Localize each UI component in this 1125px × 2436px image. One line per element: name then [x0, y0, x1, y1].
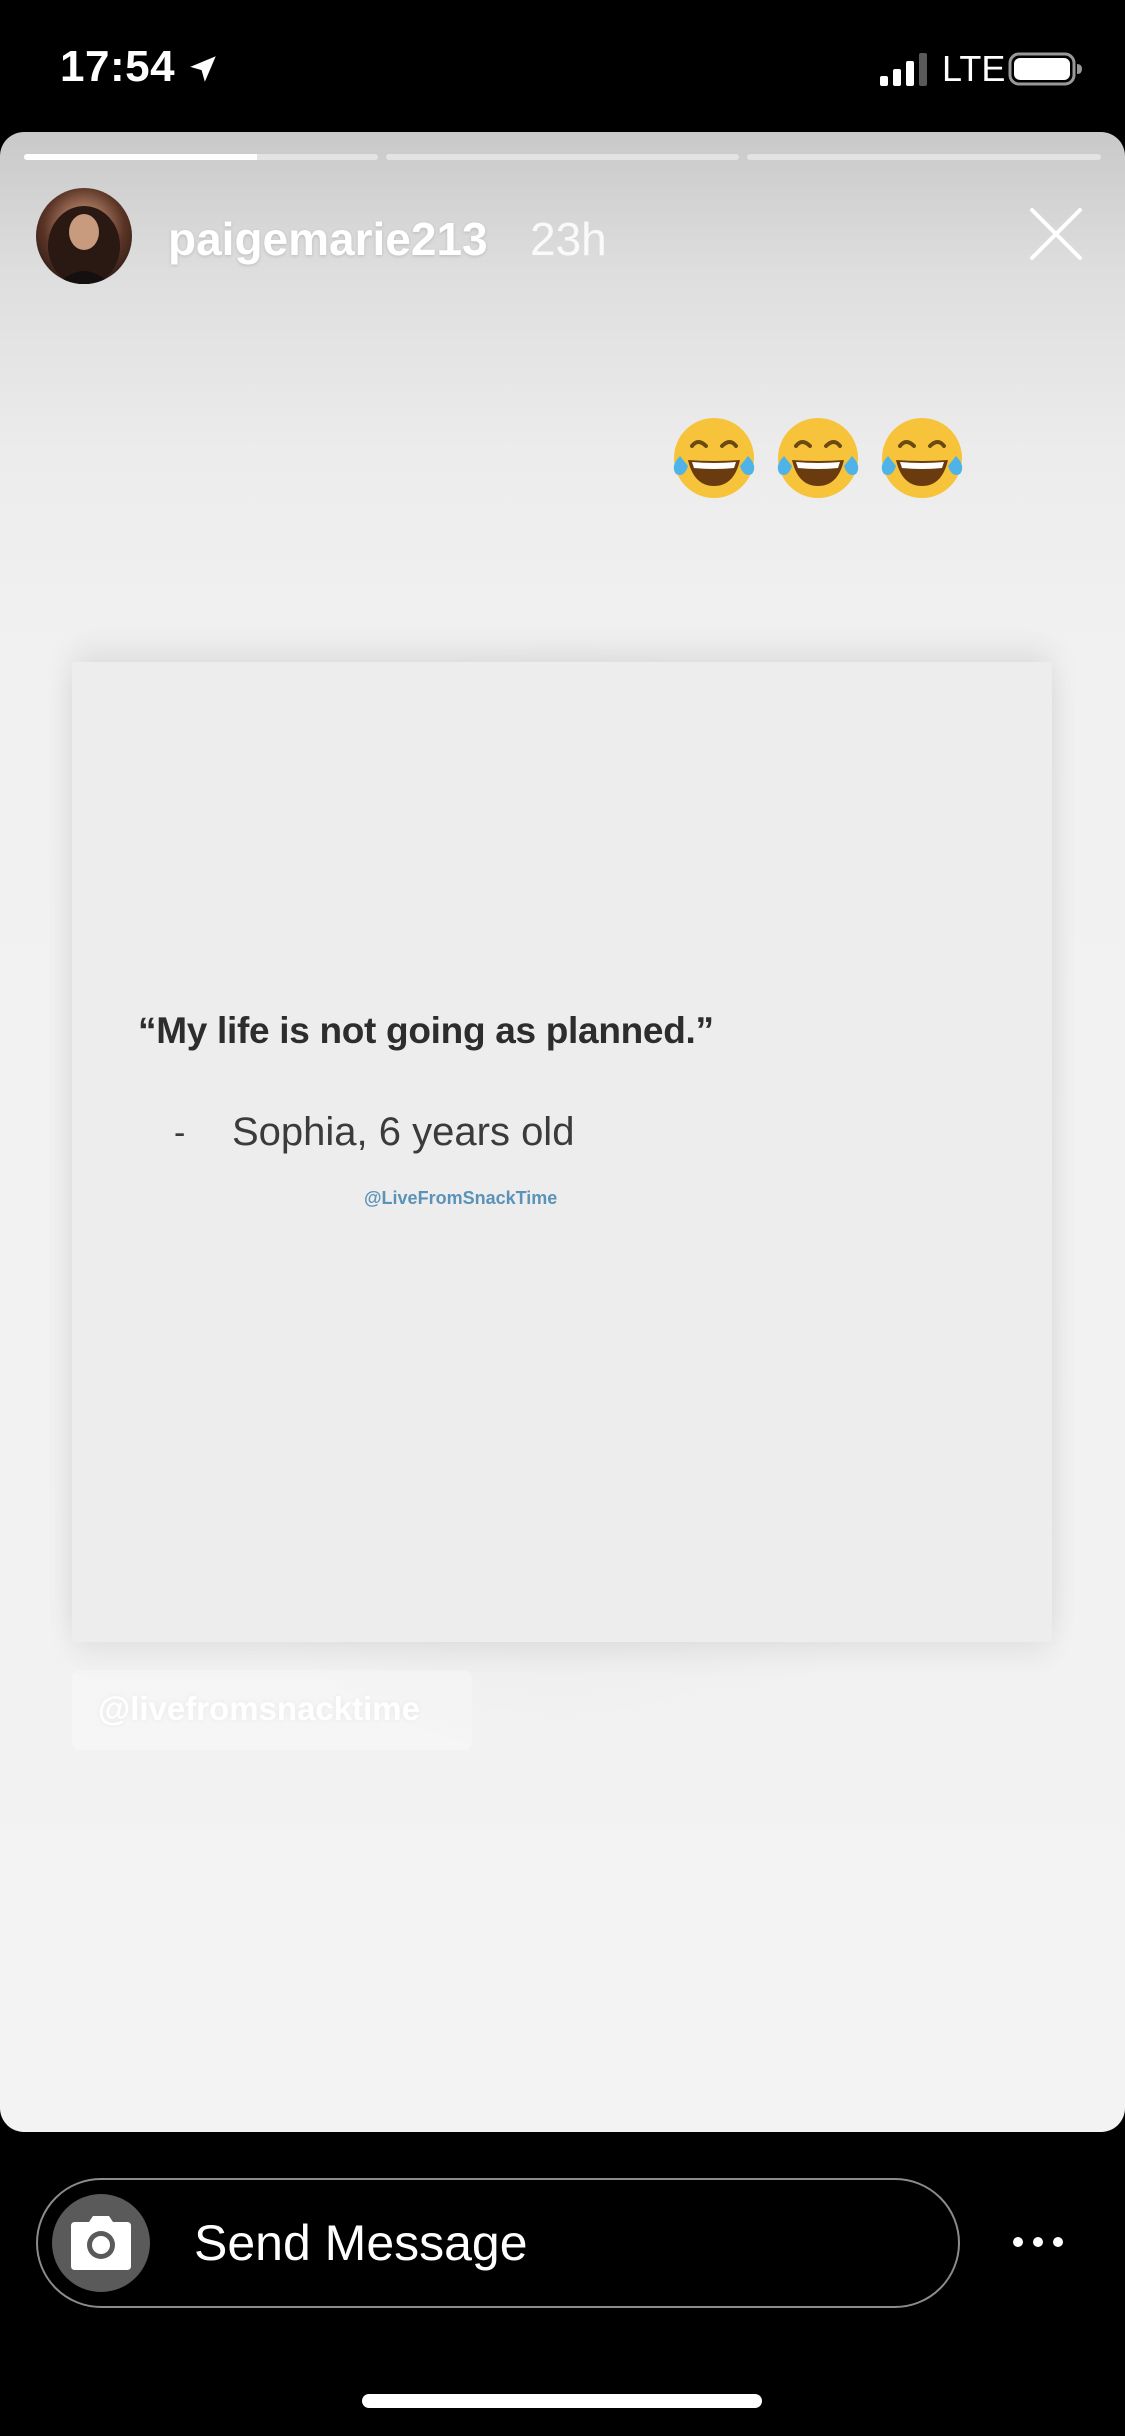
username[interactable]: paigemarie213 [168, 212, 488, 266]
progress-fill [24, 154, 258, 160]
post-watermark: @LiveFromSnackTime [364, 1188, 558, 1208]
camera-icon [71, 2216, 131, 2270]
signal-bars-icon [880, 53, 927, 86]
source-account-label: @livefromsnacktime [98, 1690, 420, 1727]
home-indicator[interactable] [362, 2394, 762, 2408]
story-viewer[interactable]: paigemarie213 23h “My life is not going … [0, 132, 1125, 2132]
close-icon[interactable] [1026, 204, 1086, 264]
story-timestamp: 23h [530, 213, 607, 265]
progress-segment [747, 154, 1102, 160]
location-arrow-icon [190, 56, 216, 82]
send-message-placeholder: Send Message [194, 2215, 528, 2271]
more-horizontal-icon[interactable] [1002, 2210, 1074, 2274]
face-with-tears-of-joy-icon [673, 418, 755, 498]
face-with-tears-of-joy-icon [881, 418, 963, 498]
story-header: paigemarie213 23h [36, 188, 1086, 288]
emoji-sticker [668, 410, 968, 510]
status-time: 17:54 [60, 42, 176, 91]
attribution-dash: - [174, 1114, 186, 1152]
progress-segment [385, 154, 740, 160]
progress-segment [24, 154, 378, 160]
quote-attribution: Sophia, 6 years old [232, 1110, 575, 1154]
status-bar: 17:54 LTE [0, 0, 1125, 132]
quote-text: “My life is not going as planned.” [138, 1010, 714, 1051]
face-with-tears-of-joy-icon [777, 418, 859, 498]
avatar[interactable] [36, 188, 132, 284]
shared-post[interactable]: “My life is not going as planned.” - Sop… [72, 662, 1052, 1642]
send-message-input[interactable]: Send Message [36, 2178, 960, 2308]
avatar-portrait [48, 206, 120, 284]
story-progress [24, 154, 1102, 160]
network-type: LTE [942, 48, 1006, 89]
source-account-tag[interactable]: @livefromsnacktime [72, 1670, 472, 1750]
camera-button[interactable] [52, 2194, 150, 2292]
battery-icon [1008, 52, 1082, 86]
